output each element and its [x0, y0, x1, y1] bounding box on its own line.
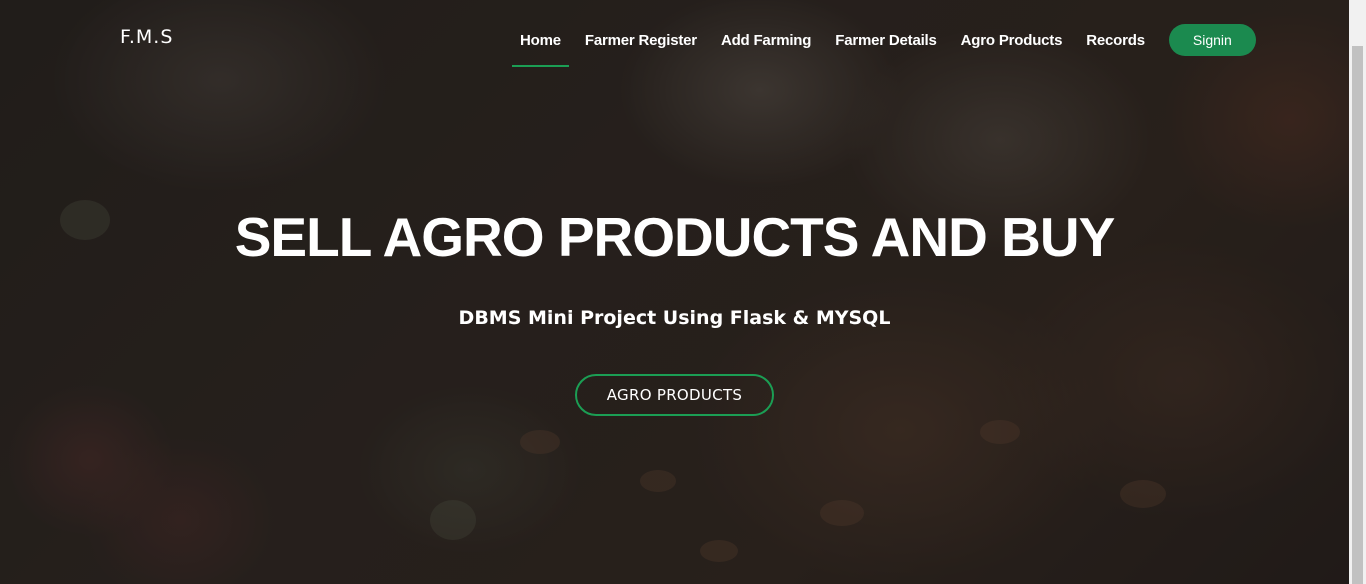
background-overlay — [0, 0, 1349, 584]
vertical-scrollbar[interactable] — [1349, 0, 1366, 584]
nav-item-add-farming[interactable]: Add Farming — [709, 26, 823, 55]
main-nav: Home Farmer Register Add Farming Farmer … — [508, 24, 1256, 67]
scrollbar-thumb[interactable] — [1352, 46, 1363, 584]
hero-title: SELL AGRO PRODUCTS AND BUY — [234, 206, 1116, 268]
signin-button[interactable]: Signin — [1168, 24, 1256, 56]
hero-subtitle: DBMS Mini Project Using Flask & MYSQL — [458, 307, 891, 329]
brand-logo[interactable]: F.M.S — [120, 26, 173, 48]
nav-item-farmer-details[interactable]: Farmer Details — [823, 26, 948, 55]
nav-item-records[interactable]: Records — [1074, 26, 1157, 55]
agro-products-button[interactable]: AGRO PRODUCTS — [575, 374, 774, 416]
nav-item-home[interactable]: Home — [508, 26, 573, 67]
nav-item-agro-products[interactable]: Agro Products — [949, 26, 1075, 55]
hero-section: F.M.S Home Farmer Register Add Farming F… — [0, 0, 1349, 584]
nav-item-farmer-register[interactable]: Farmer Register — [573, 26, 709, 55]
